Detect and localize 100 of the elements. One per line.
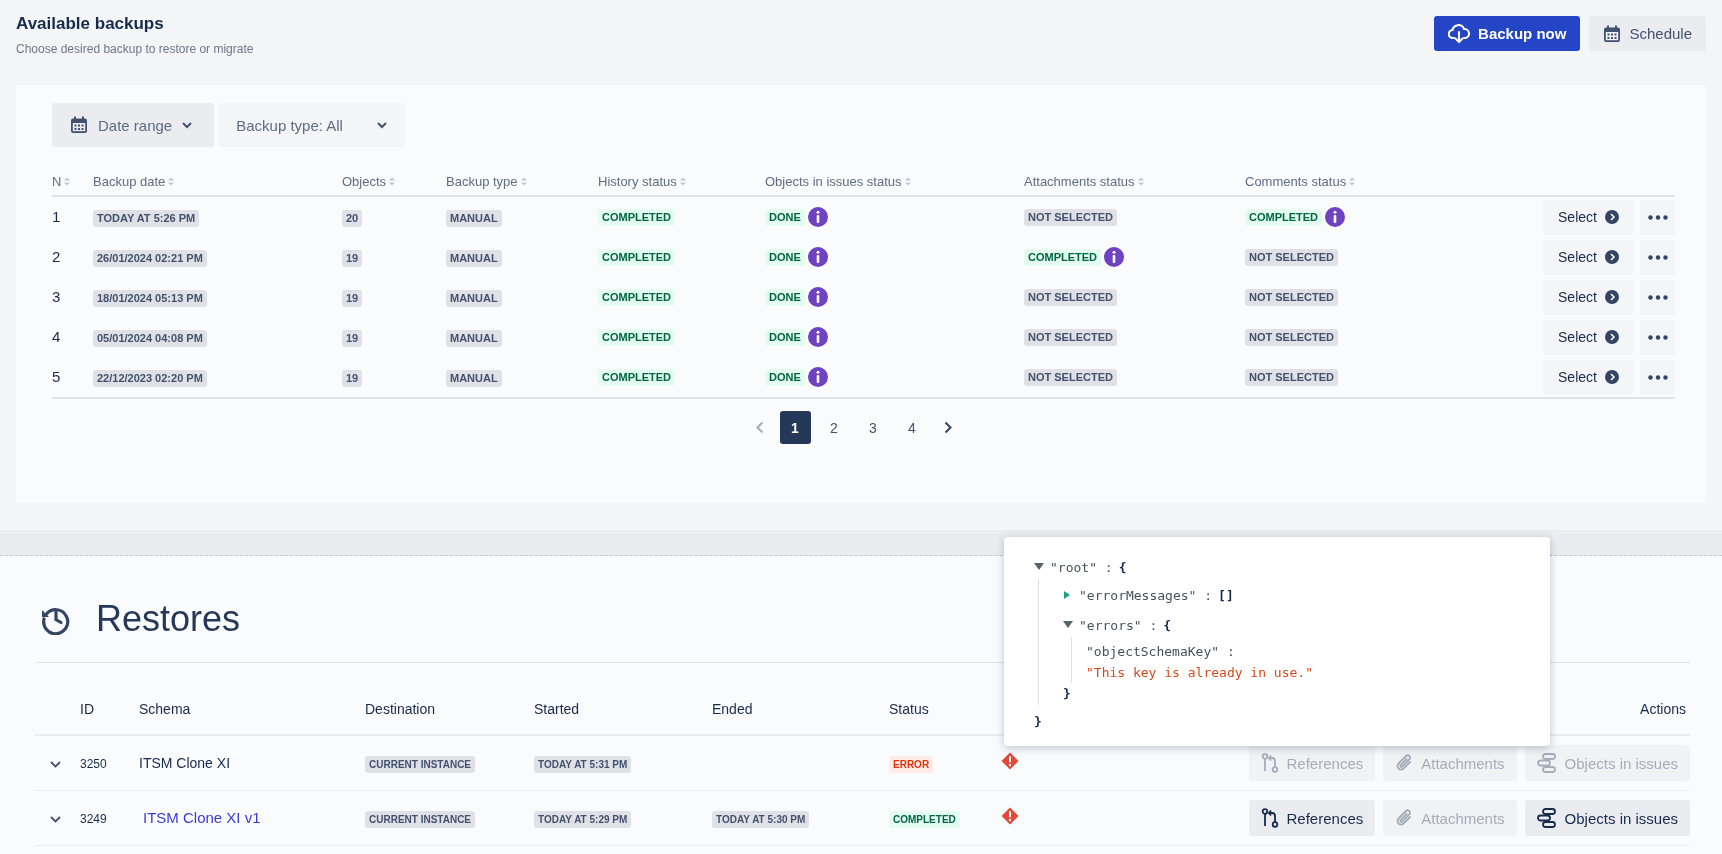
column-header[interactable]: History status bbox=[598, 174, 677, 189]
backup-type-dropdown[interactable]: Backup type: All bbox=[218, 103, 405, 147]
error-icon[interactable] bbox=[1001, 807, 1019, 825]
row-number: 4 bbox=[52, 328, 61, 345]
more-button[interactable] bbox=[1640, 319, 1675, 355]
calendar-icon bbox=[70, 116, 88, 134]
status-tag: COMPLETED bbox=[598, 208, 676, 226]
object-count: 19 bbox=[342, 329, 363, 347]
objects-button[interactable]: Objects in issues bbox=[1524, 800, 1690, 836]
status-tag: COMPLETED bbox=[598, 288, 676, 306]
column-header[interactable]: Backup type bbox=[446, 174, 518, 189]
started-tag: TODAY AT 5:31 PM bbox=[534, 755, 632, 773]
info-icon[interactable] bbox=[807, 287, 828, 307]
page-title: Available backups bbox=[16, 14, 165, 34]
date-range-dropdown[interactable]: Date range bbox=[52, 103, 215, 147]
page-button[interactable]: 3 bbox=[857, 411, 889, 444]
column-header[interactable]: Objects bbox=[342, 174, 387, 189]
chevron-down-icon bbox=[376, 121, 387, 129]
hierarchy-icon bbox=[1536, 808, 1557, 828]
page-button[interactable]: 2 bbox=[818, 411, 850, 444]
more-icon bbox=[1647, 254, 1668, 260]
backup-type-tag: MANUAL bbox=[446, 209, 502, 227]
started-tag: TODAY AT 5:29 PM bbox=[534, 810, 632, 828]
expanded-toggle-icon[interactable] bbox=[1034, 563, 1044, 571]
json-key: "errorMessages" : bbox=[1079, 587, 1213, 603]
info-icon[interactable] bbox=[1104, 247, 1125, 267]
select-button[interactable]: Select bbox=[1543, 279, 1634, 315]
chevron-circle-icon bbox=[1604, 330, 1619, 344]
info-icon[interactable] bbox=[807, 247, 828, 267]
row-number: 3 bbox=[52, 288, 61, 305]
references-button[interactable]: References bbox=[1248, 800, 1376, 836]
object-count: 19 bbox=[342, 249, 363, 267]
select-button[interactable]: Select bbox=[1543, 319, 1634, 355]
status-tag: NOT SELECTED bbox=[1024, 328, 1117, 346]
status-tag: NOT SELECTED bbox=[1024, 368, 1117, 386]
info-icon[interactable] bbox=[1325, 207, 1346, 227]
page-subtitle: Choose desired backup to restore or migrate bbox=[16, 42, 254, 56]
more-button[interactable] bbox=[1640, 199, 1675, 235]
branch-icon bbox=[1260, 753, 1279, 773]
destination-tag: CURRENT INSTANCE bbox=[365, 755, 476, 773]
status-tag: DONE bbox=[765, 288, 805, 306]
status-tag: COMPLETED bbox=[598, 368, 676, 386]
page-button[interactable]: 4 bbox=[896, 411, 928, 444]
column-header: Started bbox=[534, 700, 580, 717]
status-tag: NOT SELECTED bbox=[1024, 208, 1117, 226]
column-header[interactable]: Objects in issues status bbox=[765, 174, 902, 189]
schema-link[interactable]: ITSM Clone XI v1 bbox=[143, 809, 261, 826]
row-number: 1 bbox=[52, 208, 61, 225]
object-count: 19 bbox=[342, 369, 363, 387]
date-tag: 05/01/2024 04:08 PM bbox=[93, 329, 207, 347]
info-icon[interactable] bbox=[807, 207, 828, 227]
expand-chevron-icon[interactable] bbox=[50, 761, 61, 768]
status-tag: NOT SELECTED bbox=[1024, 288, 1117, 306]
expand-chevron-icon[interactable] bbox=[50, 816, 61, 823]
json-brace: { bbox=[1118, 559, 1127, 575]
date-tag: TODAY AT 5:26 PM bbox=[93, 209, 200, 227]
cloud-download-icon bbox=[1448, 23, 1471, 44]
json-key: "errors" : bbox=[1079, 617, 1158, 633]
json-value: [] bbox=[1218, 587, 1234, 603]
schedule-button[interactable]: Schedule bbox=[1589, 16, 1706, 51]
chevron-down-icon bbox=[182, 121, 193, 129]
chevron-right-icon bbox=[943, 421, 952, 434]
calendar-icon bbox=[1603, 24, 1622, 43]
page-button[interactable]: 1 bbox=[779, 411, 811, 444]
info-icon[interactable] bbox=[807, 367, 828, 387]
json-value: "This key is already in use." bbox=[1086, 664, 1314, 682]
backup-type-tag: MANUAL bbox=[446, 329, 502, 347]
more-button[interactable] bbox=[1640, 279, 1675, 315]
column-header[interactable]: Comments status bbox=[1245, 174, 1347, 189]
column-header: Actions bbox=[1640, 700, 1686, 717]
column-header[interactable]: N bbox=[52, 174, 62, 189]
info-icon[interactable] bbox=[807, 327, 828, 347]
more-button[interactable] bbox=[1640, 359, 1675, 395]
destination-tag: CURRENT INSTANCE bbox=[365, 810, 476, 828]
restore-id: 3249 bbox=[80, 812, 107, 826]
select-button[interactable]: Select bbox=[1543, 199, 1634, 235]
select-button[interactable]: Select bbox=[1543, 359, 1634, 395]
backup-now-button[interactable]: Backup now bbox=[1434, 16, 1581, 51]
column-header[interactable]: Attachments status bbox=[1024, 174, 1135, 189]
column-header[interactable]: Backup date bbox=[93, 174, 166, 189]
column-header: Status bbox=[889, 700, 929, 717]
status-tag: COMPLETED bbox=[1245, 208, 1323, 226]
backup-type-tag: MANUAL bbox=[446, 289, 502, 307]
status-tag: NOT SELECTED bbox=[1245, 368, 1338, 386]
select-button[interactable]: Select bbox=[1543, 239, 1634, 275]
row-number: 5 bbox=[52, 368, 61, 385]
hierarchy-icon bbox=[1536, 753, 1557, 773]
status-tag: NOT SELECTED bbox=[1245, 328, 1338, 346]
status-tag: COMPLETED bbox=[598, 248, 676, 266]
date-tag: 22/12/2023 02:20 PM bbox=[93, 369, 207, 387]
column-header: ID bbox=[80, 700, 94, 717]
status-tag: ERROR bbox=[889, 755, 934, 773]
object-count: 20 bbox=[342, 209, 363, 227]
error-icon[interactable] bbox=[1001, 752, 1019, 770]
json-brace: } bbox=[1063, 685, 1072, 703]
more-button[interactable] bbox=[1640, 239, 1675, 275]
schema-name: ITSM Clone XI bbox=[139, 755, 231, 771]
expanded-toggle-icon[interactable] bbox=[1063, 621, 1073, 629]
chevron-circle-icon bbox=[1604, 290, 1619, 304]
more-icon bbox=[1647, 294, 1668, 300]
